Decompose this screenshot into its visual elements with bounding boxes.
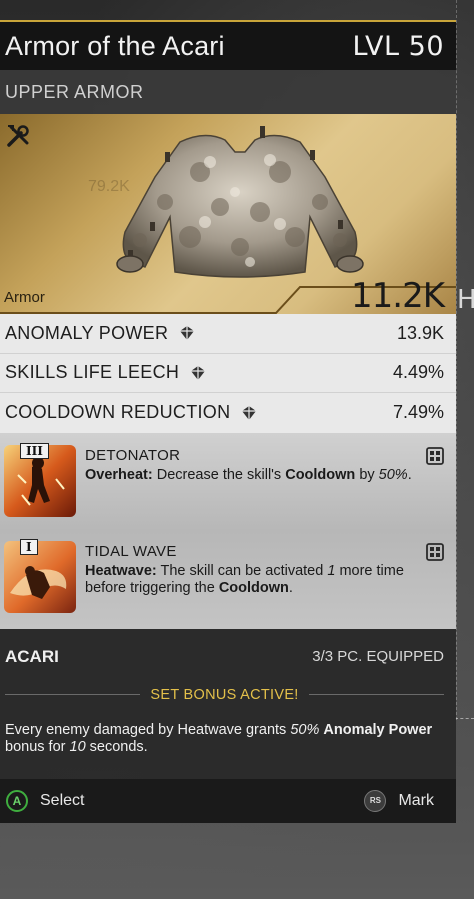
item-tooltip: Armor of the Acari LVL 50 UPPER ARMOR 79… [0, 20, 456, 840]
skill-description: Heatwave: The skill can be activated 1 m… [85, 562, 404, 596]
gem-icon [180, 326, 195, 341]
stat-name: SKILLS LIFE LEECH [5, 362, 180, 383]
offscreen-letter: H [457, 285, 474, 315]
armor-label: Armor [4, 289, 45, 306]
tidal-wave-skill-icon [4, 540, 76, 613]
skill-mods: III DETONATOR Overheat: Decrease the ski… [0, 432, 456, 629]
set-bonus-status: SET BONUS ACTIVE! [150, 686, 299, 703]
modify-tools-icon [7, 125, 29, 147]
skill-description: Overheat: Decrease the skill's Cooldown … [85, 466, 412, 483]
item-name: Armor of the Acari [5, 30, 225, 61]
set-name: ACARI [5, 646, 59, 666]
skill-name: DETONATOR [85, 446, 181, 464]
gem-icon [242, 405, 257, 420]
item-slot: UPPER ARMOR [0, 70, 456, 114]
a-button-icon: A [6, 789, 28, 812]
set-bonus-description: Every enemy damaged by Heatwave grants 5… [5, 721, 433, 755]
set-bonus-divider: SET BONUS ACTIVE! [5, 686, 445, 703]
stat-row: COOLDOWN REDUCTION 7.49% [0, 393, 456, 433]
item-header: Armor of the Acari LVL 50 [0, 22, 456, 70]
grid-icon [426, 542, 444, 561]
gem-icon [191, 365, 206, 380]
skill-name: TIDAL WAVE [85, 542, 177, 560]
stat-value: 4.49% [392, 362, 444, 383]
mark-prompt[interactable]: RS Mark [364, 789, 434, 812]
set-piece-count: 3/3 PC. EQUIPPED [312, 648, 444, 665]
item-level: LVL 50 [352, 30, 444, 62]
stat-name: ANOMALY POWER [5, 322, 169, 343]
stat-row: SKILLS LIFE LEECH 4.49% [0, 354, 456, 393]
stat-value: 7.49% [392, 402, 444, 423]
item-preview: 79.2K Armor 11.2K [0, 114, 456, 314]
skill-rank: I [20, 538, 38, 555]
grid-icon [426, 446, 444, 465]
set-bonus-section: ACARI 3/3 PC. EQUIPPED SET BONUS ACTIVE!… [0, 628, 456, 779]
select-prompt[interactable]: A Select [6, 789, 85, 812]
stat-name: COOLDOWN REDUCTION [5, 402, 231, 423]
stat-value: 13.9K [396, 322, 444, 343]
armor-value: 11.2K [351, 276, 445, 314]
edge-guide [456, 0, 474, 720]
select-label: Select [40, 791, 85, 809]
mark-label: Mark [398, 791, 434, 809]
stat-row: ANOMALY POWER 13.9K [0, 314, 456, 354]
skill-rank: III [20, 442, 49, 459]
rs-button-icon: RS [364, 789, 387, 812]
stat-list: ANOMALY POWER 13.9K SKILLS LIFE LEECH 4.… [0, 314, 456, 433]
button-prompts: A Select RS Mark [0, 778, 456, 823]
edge-guide-tick [455, 718, 474, 719]
armor-image [116, 126, 364, 278]
